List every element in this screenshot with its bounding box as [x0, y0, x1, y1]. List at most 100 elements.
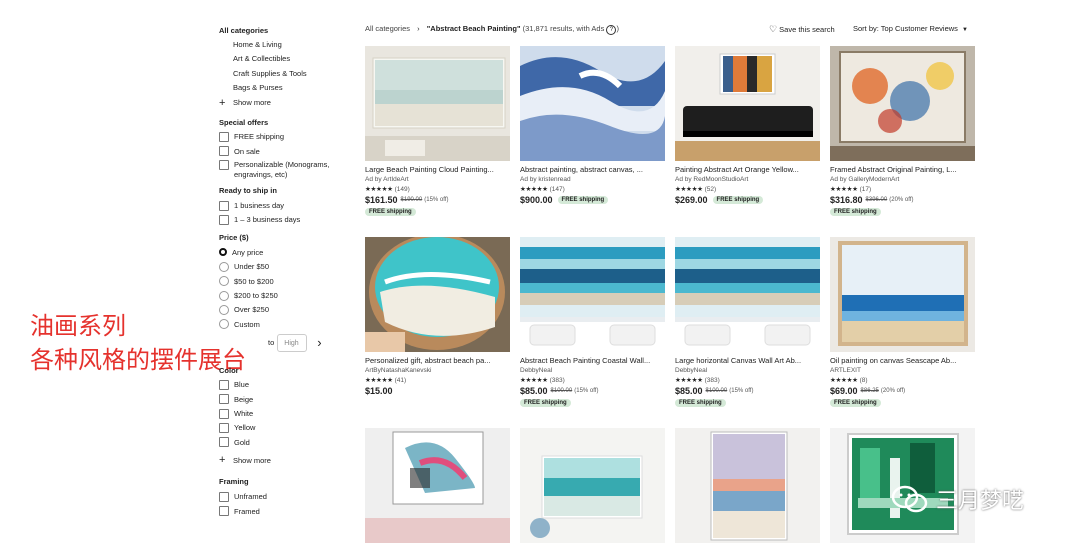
listing-title[interactable]: Large horizontal Canvas Wall Art Ab...: [675, 356, 820, 365]
price-high-input[interactable]: High: [277, 333, 308, 352]
on-sale-checkbox[interactable]: On sale: [219, 144, 339, 158]
show-more-categories[interactable]: + Show more: [219, 96, 339, 110]
listing-title[interactable]: Abstract Beach Painting Coastal Wall...: [520, 356, 665, 365]
checkbox-box[interactable]: [219, 200, 229, 211]
listing-card[interactable]: Painting Abstract Art Orange Yellow... A…: [675, 46, 820, 205]
color-gold-checkbox[interactable]: Gold: [219, 435, 339, 449]
listing-image[interactable]: [520, 237, 665, 352]
listing-card[interactable]: Framed Abstract Original Painting, L... …: [830, 46, 975, 216]
checkbox-box[interactable]: [219, 146, 229, 157]
listing-title[interactable]: Painting Abstract Art Orange Yellow...: [675, 165, 820, 174]
radio-button[interactable]: [219, 261, 229, 272]
listing-image[interactable]: [830, 237, 975, 352]
checkbox-box[interactable]: [219, 160, 229, 171]
listing-title[interactable]: Abstract painting, abstract canvas, ...: [520, 165, 665, 174]
shop-name[interactable]: Ad by kristenread: [520, 176, 665, 183]
checkbox-box[interactable]: [219, 394, 229, 405]
listing-card[interactable]: Abstract painting, abstract canvas, ... …: [520, 46, 665, 205]
checkbox-box[interactable]: [219, 214, 229, 225]
save-search-button[interactable]: ♡ Save this search: [769, 24, 835, 35]
checkbox-box[interactable]: [219, 506, 229, 517]
free-shipping-checkbox[interactable]: FREE shipping: [219, 130, 339, 144]
color-white-checkbox[interactable]: White: [219, 406, 339, 420]
unframed-checkbox[interactable]: Unframed: [219, 489, 339, 503]
price-radio-under-50[interactable]: Under $50: [219, 260, 339, 274]
category-link[interactable]: Bags & Purses: [233, 81, 339, 95]
review-count: (147): [549, 186, 565, 193]
checkbox-box[interactable]: [219, 379, 229, 390]
category-link[interactable]: Art & Collectibles: [233, 52, 339, 66]
shop-name[interactable]: Ad by RedMoonStudioArt: [675, 176, 820, 183]
color-blue-checkbox[interactable]: Blue: [219, 378, 339, 392]
checkbox-box[interactable]: [219, 437, 229, 448]
show-more-label: Show more: [233, 455, 271, 465]
breadcrumb-separator: ›: [417, 24, 420, 33]
price-radio-over-250[interactable]: Over $250: [219, 303, 339, 317]
listing-title[interactable]: Framed Abstract Original Painting, L...: [830, 165, 975, 174]
framed-checkbox[interactable]: Framed: [219, 504, 339, 518]
shop-name[interactable]: Ad by ArtIdeArt: [365, 176, 510, 183]
listing-card[interactable]: Oil painting on canvas Seascape Ab... AR…: [830, 237, 975, 407]
listing-image[interactable]: [675, 237, 820, 352]
listing-image[interactable]: [365, 428, 510, 543]
price-row: $316.80 $396.00 (20% off): [830, 195, 975, 205]
listing-image[interactable]: [830, 46, 975, 161]
show-more-label: Show more: [233, 98, 271, 108]
chevron-right-icon[interactable]: ›: [317, 335, 321, 350]
radio-button[interactable]: [219, 248, 227, 257]
category-link[interactable]: Home & Living: [233, 38, 339, 52]
price-radio-50-200[interactable]: $50 to $200: [219, 274, 339, 288]
listing-card[interactable]: Large horizontal Canvas Wall Art Ab... D…: [675, 237, 820, 407]
listing-image[interactable]: [520, 46, 665, 161]
watermark-text: 三月梦呓: [936, 489, 1025, 514]
checkbox-label: Blue: [234, 380, 250, 390]
listing-image[interactable]: [520, 428, 665, 543]
radio-label: $200 to $250: [234, 291, 278, 301]
checkbox-box[interactable]: [219, 408, 229, 419]
listing-image[interactable]: [365, 237, 510, 352]
listing-card[interactable]: Large Beach Painting Cloud Painting... A…: [365, 46, 510, 216]
radio-button[interactable]: [219, 319, 229, 330]
listing-card[interactable]: Personalized gift, abstract beach pa... …: [365, 237, 510, 396]
checkbox-box[interactable]: [219, 131, 229, 142]
orange-abstract-painting-image: [675, 46, 820, 161]
breadcrumb-root[interactable]: All categories: [365, 24, 410, 33]
round-beach-painting-image: [365, 237, 510, 352]
listing-card[interactable]: [520, 428, 665, 543]
listing-image[interactable]: [675, 46, 820, 161]
listing-card[interactable]: Abstract Beach Painting Coastal Wall... …: [520, 237, 665, 407]
listing-card[interactable]: [675, 428, 820, 543]
shop-name[interactable]: ArtByNatashaKanevski: [365, 367, 510, 374]
category-link[interactable]: Craft Supplies & Tools: [233, 67, 339, 81]
listing-card[interactable]: [365, 428, 510, 543]
original-price: $190.00: [400, 197, 423, 203]
color-beige-checkbox[interactable]: Beige: [219, 392, 339, 406]
shop-name[interactable]: Ad by GalleryModernArt: [830, 176, 975, 183]
shop-name[interactable]: ARTLEXIT: [830, 367, 975, 374]
personalizable-checkbox[interactable]: Personalizable (Monograms, engravings, e…: [219, 158, 339, 182]
shop-name[interactable]: DebbyNeal: [520, 367, 665, 374]
price-radio-custom[interactable]: Custom: [219, 317, 339, 331]
sort-dropdown[interactable]: Sort by: Top Customer Reviews ▼: [853, 24, 968, 33]
checkbox-box[interactable]: [219, 491, 229, 502]
help-icon[interactable]: ?: [606, 25, 617, 35]
radio-button[interactable]: [219, 290, 229, 301]
ship-1-3-days-checkbox[interactable]: 1 – 3 business days: [219, 213, 339, 227]
color-yellow-checkbox[interactable]: Yellow: [219, 421, 339, 435]
listing-image[interactable]: [365, 46, 510, 161]
free-shipping-badge: FREE shipping: [675, 399, 726, 407]
listing-title[interactable]: Personalized gift, abstract beach pa...: [365, 356, 510, 365]
shop-name[interactable]: DebbyNeal: [675, 367, 820, 374]
show-more-colors[interactable]: + Show more: [219, 453, 339, 467]
listing-title[interactable]: Large Beach Painting Cloud Painting...: [365, 165, 510, 174]
radio-button[interactable]: [219, 304, 229, 315]
price-radio-any[interactable]: Any price: [219, 245, 339, 259]
radio-button[interactable]: [219, 276, 229, 287]
ship-1-day-checkbox[interactable]: 1 business day: [219, 198, 339, 212]
listing-title[interactable]: Oil painting on canvas Seascape Ab...: [830, 356, 975, 365]
price: $900.00: [520, 195, 553, 205]
checkbox-box[interactable]: [219, 422, 229, 433]
price-radio-200-250[interactable]: $200 to $250: [219, 288, 339, 302]
checkbox-label: Personalizable (Monograms, engravings, e…: [234, 160, 330, 180]
listing-image[interactable]: [675, 428, 820, 543]
